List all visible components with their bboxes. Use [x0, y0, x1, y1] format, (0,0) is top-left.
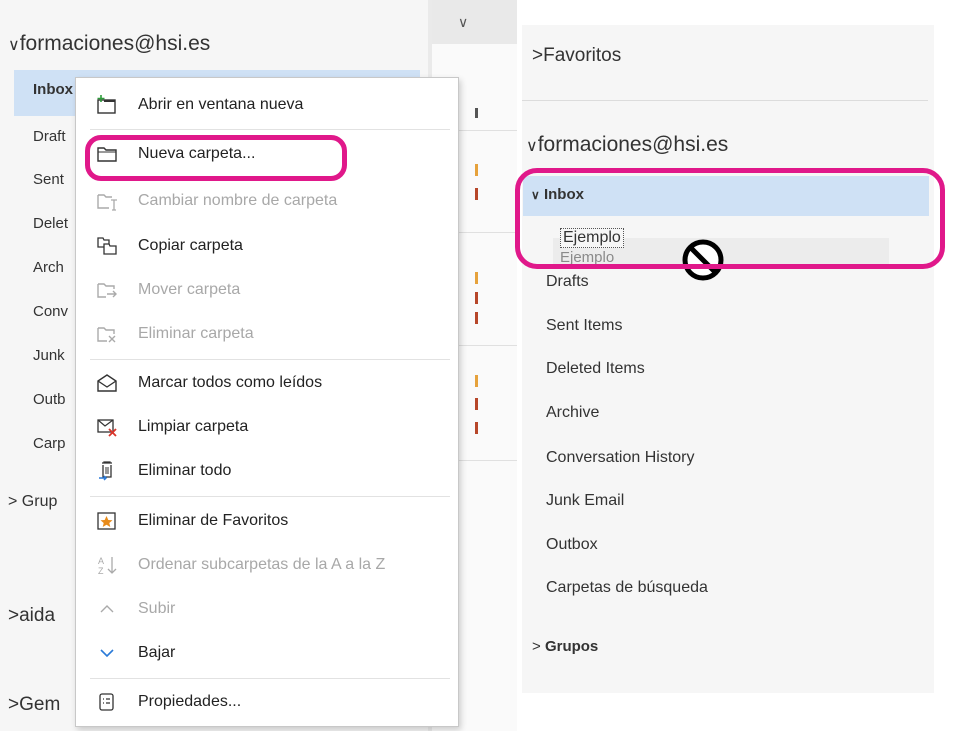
clean-folder-icon	[97, 419, 117, 437]
menu-item-move-down[interactable]: Bajar	[76, 633, 458, 673]
folder-sent[interactable]: Sent	[33, 171, 77, 188]
folder-conversation-history[interactable]: Conversation History	[546, 449, 695, 467]
menu-separator	[90, 678, 450, 679]
menu-item-rename-folder[interactable]: Cambiar nombre de carpeta	[76, 181, 458, 221]
folder-outbox[interactable]: Outb	[33, 391, 77, 408]
folder-deleted-items[interactable]: Deleted Items	[546, 360, 645, 378]
svg-text:Z: Z	[98, 566, 104, 575]
unread-marker	[475, 108, 478, 118]
folder-sent-items[interactable]: Sent Items	[546, 317, 622, 335]
menu-item-clean-folder[interactable]: Limpiar carpeta	[76, 407, 458, 447]
delete-all-icon	[99, 461, 112, 481]
chevron-down-icon	[100, 649, 114, 658]
account-header-left[interactable]: ∨formaciones@hsi.es	[8, 32, 210, 56]
menu-item-sort-az[interactable]: A Z Ordenar subcarpetas de la A a la Z	[76, 545, 458, 585]
list-separator	[458, 130, 517, 131]
message-list-header: ∨	[432, 0, 517, 44]
chevron-up-icon	[100, 605, 114, 613]
unread-marker	[475, 422, 478, 434]
pane-separator	[522, 100, 928, 101]
highlight-inbox-ejemplo	[515, 168, 945, 269]
chevron-right-icon: >	[532, 638, 541, 655]
mark-read-icon	[97, 374, 117, 392]
chevron-down-icon: ∨	[8, 37, 20, 54]
list-separator	[458, 232, 517, 233]
unread-marker	[475, 272, 478, 284]
folder-archive-right[interactable]: Archive	[546, 404, 599, 422]
list-separator	[458, 460, 517, 461]
folder-drafts[interactable]: Draft	[33, 128, 77, 145]
svg-text:A: A	[98, 556, 104, 566]
move-folder-icon	[97, 283, 117, 298]
menu-separator	[90, 359, 450, 360]
folder-search-right[interactable]: Carpetas de búsqueda	[546, 579, 708, 597]
menu-item-mark-all-read[interactable]: Marcar todos como leídos	[76, 363, 458, 403]
chevron-right-icon: >	[8, 493, 18, 510]
chevron-down-icon[interactable]: ∨	[458, 14, 468, 31]
folder-deleted[interactable]: Delet	[33, 215, 77, 232]
properties-icon	[99, 693, 114, 711]
highlight-new-folder	[85, 135, 347, 181]
favorite-remove-icon	[97, 512, 116, 530]
folder-outbox-right[interactable]: Outbox	[546, 536, 598, 554]
folder-junk[interactable]: Junk	[33, 347, 77, 364]
unread-marker	[475, 398, 478, 410]
folder-search[interactable]: Carp	[33, 435, 77, 452]
menu-item-move-up[interactable]: Subir	[76, 589, 458, 629]
menu-item-properties[interactable]: Propiedades...	[76, 682, 458, 722]
chevron-right-icon: >	[532, 45, 544, 66]
menu-item-copy-folder[interactable]: Copiar carpeta	[76, 226, 458, 266]
copy-folder-icon	[97, 237, 117, 255]
unread-marker	[475, 188, 478, 200]
groups-node-right[interactable]: > Grupos	[532, 638, 598, 655]
folder-drafts-right[interactable]: Drafts	[546, 273, 589, 291]
menu-item-delete-all[interactable]: Eliminar todo	[76, 451, 458, 491]
menu-item-remove-favorite[interactable]: Eliminar de Favoritos	[76, 501, 458, 541]
menu-item-delete-folder[interactable]: Eliminar carpeta	[76, 314, 458, 354]
folder-archive[interactable]: Arch	[33, 259, 77, 276]
unread-marker	[475, 164, 478, 176]
unread-marker	[475, 312, 478, 324]
sort-az-icon: A Z	[98, 556, 117, 575]
menu-separator	[90, 129, 450, 130]
unread-marker	[475, 375, 478, 387]
unread-marker	[475, 292, 478, 304]
groups-node-left[interactable]: > Grup	[8, 493, 57, 511]
chevron-right-icon: >	[8, 694, 20, 715]
chevron-down-icon: ∨	[526, 138, 538, 155]
account-node-aida[interactable]: >aida	[8, 605, 55, 627]
menu-item-move-folder[interactable]: Mover carpeta	[76, 270, 458, 310]
rename-folder-icon	[97, 194, 117, 211]
favorites-node[interactable]: >Favoritos	[532, 45, 621, 67]
menu-separator	[90, 496, 450, 497]
folder-conversation[interactable]: Conv	[33, 303, 77, 320]
delete-folder-icon	[97, 327, 116, 343]
account-node-gem[interactable]: >Gem	[8, 694, 60, 716]
folder-junk-email[interactable]: Junk Email	[546, 492, 624, 510]
folder-inbox[interactable]: Inbox	[33, 81, 77, 98]
chevron-right-icon: >	[8, 605, 20, 626]
account-header-right[interactable]: ∨formaciones@hsi.es	[526, 133, 728, 157]
menu-item-open-new-window[interactable]: Abrir en ventana nueva	[76, 85, 458, 125]
new-window-icon	[97, 95, 116, 114]
list-separator	[458, 345, 517, 346]
